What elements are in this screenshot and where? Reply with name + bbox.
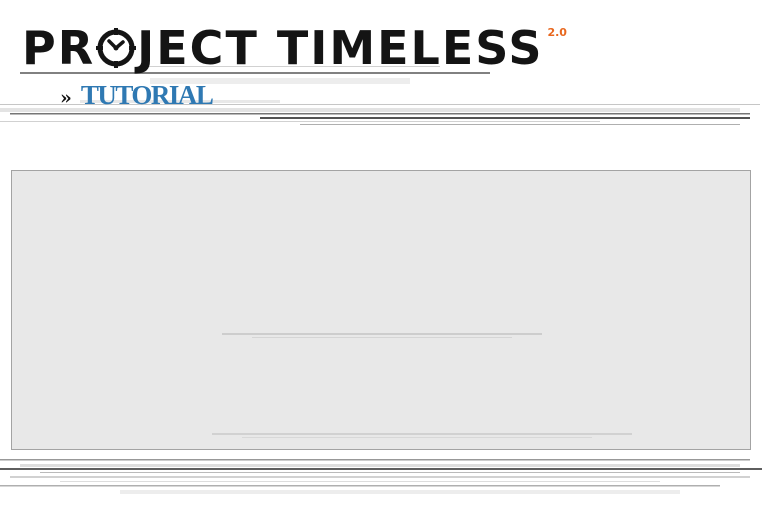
- section-link-tutorial[interactable]: TUTORIAL: [81, 80, 214, 111]
- content-grunge-decoration: [212, 333, 632, 438]
- footer-grunge-decoration: [0, 459, 762, 494]
- clock-icon: [96, 28, 137, 68]
- page-footer: [0, 455, 762, 520]
- version-badge: 2.0: [547, 26, 567, 39]
- page-header: PR JECT TIMELESS 2.0 » TUTORIAL: [0, 0, 762, 160]
- site-logo[interactable]: PR JECT TIMELESS 2.0: [22, 20, 567, 76]
- logo-title: PR JECT TIMELESS: [22, 20, 543, 76]
- logo-title-end: JECT TIMELESS: [137, 21, 544, 75]
- breadcrumb: » TUTORIAL: [60, 80, 214, 111]
- logo-title-start: PR: [22, 21, 96, 75]
- breadcrumb-separator: »: [60, 87, 72, 109]
- content-panel: [11, 170, 751, 450]
